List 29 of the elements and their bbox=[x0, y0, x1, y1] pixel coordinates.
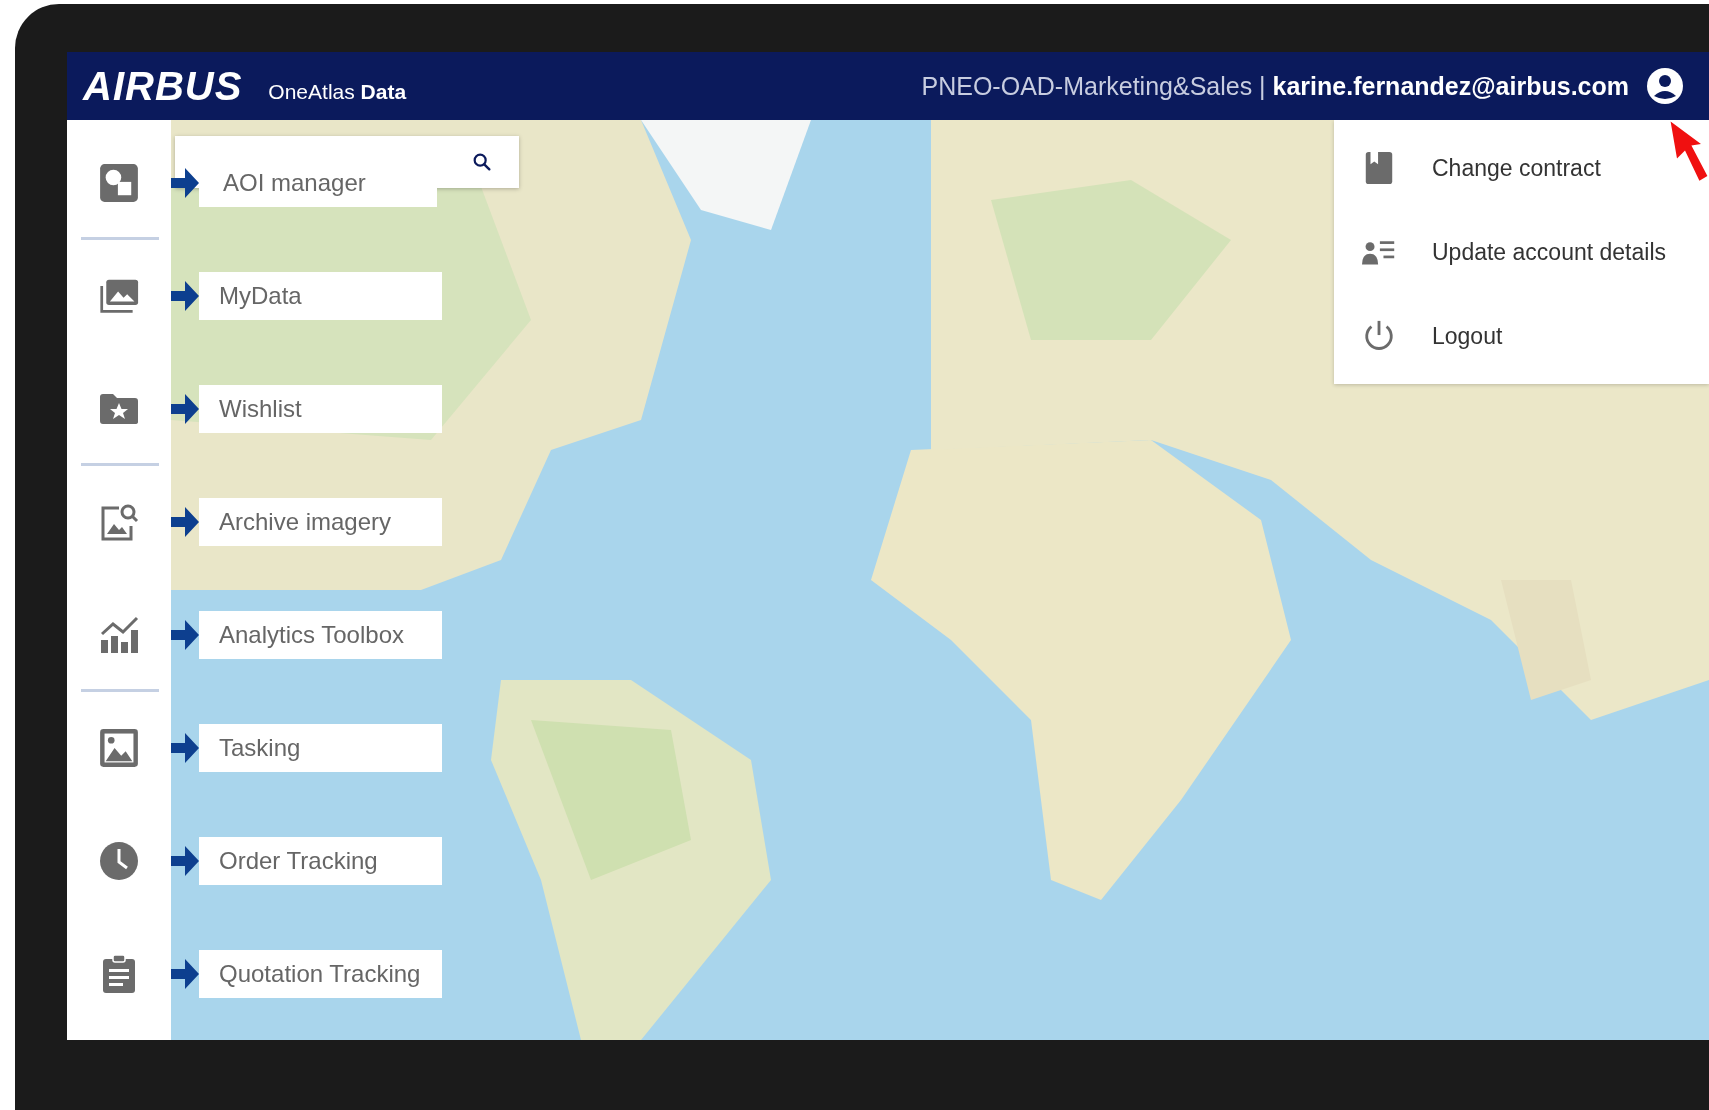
callout-label: Analytics Toolbox bbox=[199, 610, 442, 659]
arrow-icon bbox=[171, 958, 199, 989]
product-name: OneAtlas Data bbox=[268, 80, 407, 104]
callout-label: Tasking bbox=[199, 723, 442, 772]
menu-item[interactable]: Update account details bbox=[1432, 238, 1666, 266]
callout-label: Quotation Tracking bbox=[199, 949, 442, 998]
image-icon[interactable] bbox=[99, 727, 139, 768]
callout-label: Wishlist bbox=[199, 384, 442, 433]
menu-item[interactable]: Change contract bbox=[1432, 154, 1601, 182]
arrow-icon bbox=[171, 619, 199, 650]
arrow-icon bbox=[171, 280, 199, 311]
shapes-icon[interactable] bbox=[99, 162, 139, 203]
power-icon bbox=[1362, 319, 1396, 353]
user-icon[interactable] bbox=[1645, 66, 1685, 106]
callout-label: Order Tracking bbox=[199, 836, 442, 885]
pointer-arrow-icon bbox=[1669, 120, 1709, 184]
arrow-icon bbox=[171, 732, 199, 763]
chart-icon[interactable] bbox=[99, 614, 139, 655]
search-icon[interactable] bbox=[471, 151, 493, 173]
menu-item[interactable]: Logout bbox=[1432, 322, 1503, 350]
arrow-icon bbox=[171, 167, 199, 198]
clock-icon[interactable] bbox=[99, 840, 139, 881]
arrow-icon bbox=[171, 393, 199, 424]
callout-label: Archive imagery bbox=[199, 497, 442, 546]
arrow-icon bbox=[171, 845, 199, 876]
brand-logo: AIRBUS bbox=[83, 63, 243, 109]
arrow-icon bbox=[171, 506, 199, 537]
callout-label: MyData bbox=[199, 271, 442, 320]
account-label: PNEO-OAD-Marketing&Sales | karine.fernandez@airbus.com bbox=[921, 71, 1629, 101]
